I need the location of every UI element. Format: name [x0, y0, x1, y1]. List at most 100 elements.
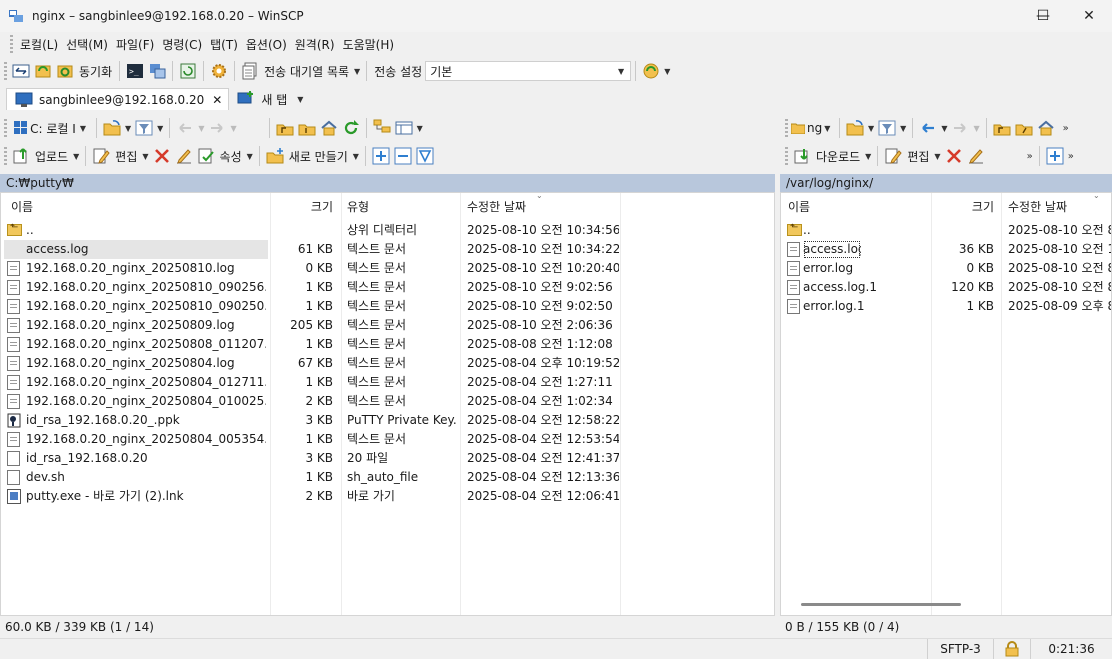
edit-dropdown-arrow[interactable]: ▼ — [934, 152, 940, 161]
column-header-name[interactable]: 이름 — [788, 193, 810, 219]
edit-button[interactable]: 편집 — [115, 148, 137, 165]
menu-tabs[interactable]: 탭(T) — [206, 36, 242, 53]
upload-button[interactable]: 업로드 — [35, 148, 68, 165]
file-row[interactable]: access.log 36 KB 2025-08-10 오전 1 — [781, 240, 1111, 259]
forward-dropdown-arrow[interactable]: ▼ — [973, 124, 979, 133]
open-folder-icon[interactable] — [103, 119, 121, 137]
column-header-modified[interactable]: 수정한 날짜 — [1008, 193, 1067, 219]
transfer-settings-sync-icon[interactable] — [642, 62, 660, 80]
menu-remote[interactable]: 원격(R) — [291, 36, 339, 53]
horizontal-scrollbar-thumb[interactable] — [801, 603, 961, 606]
file-row[interactable]: access.log.1 120 KB 2025-08-10 오전 8 — [781, 278, 1111, 297]
tree-view-icon[interactable] — [373, 119, 391, 137]
new-button[interactable]: 새로 만들기 — [289, 148, 348, 165]
open-folder-icon[interactable] — [846, 119, 864, 137]
column-header-size[interactable]: 크기 — [932, 193, 994, 219]
close-tab-icon[interactable]: ✕ — [212, 93, 222, 107]
back-dropdown-arrow[interactable]: ▼ — [198, 124, 204, 133]
forward-arrow-icon[interactable] — [951, 119, 969, 137]
menu-local[interactable]: 로컬(L) — [16, 36, 62, 53]
download-dropdown-arrow[interactable]: ▼ — [865, 152, 871, 161]
forward-arrow-icon[interactable] — [208, 119, 226, 137]
synchronize-icon[interactable] — [56, 62, 74, 80]
new-tab-dropdown-arrow[interactable]: ▼ — [297, 95, 303, 104]
file-row[interactable]: .. 2025-08-10 오전 8 — [781, 221, 1111, 240]
back-arrow-icon[interactable] — [919, 119, 937, 137]
properties-dropdown-arrow[interactable]: ▼ — [247, 152, 253, 161]
queue-list-icon[interactable] — [241, 62, 259, 80]
forward-dropdown-arrow[interactable]: ▼ — [230, 124, 236, 133]
synchronize-browsing-icon[interactable] — [34, 62, 52, 80]
tab-new[interactable]: 새 탭 ▼ — [229, 88, 311, 110]
menu-options[interactable]: 옵션(O) — [242, 36, 291, 53]
toolbar-overflow-icon[interactable]: » — [1068, 151, 1074, 162]
delete-icon[interactable] — [945, 147, 963, 165]
properties-icon[interactable] — [197, 147, 215, 165]
local-drive-select[interactable]: C: 로컬 I ▼ — [10, 118, 92, 138]
select-files-plus-icon[interactable] — [372, 147, 390, 165]
putty-icon[interactable] — [148, 62, 166, 80]
upload-dropdown-arrow[interactable]: ▼ — [73, 152, 79, 161]
maximize-button[interactable]: ☐ — [1020, 0, 1066, 32]
filter-icon[interactable] — [878, 119, 896, 137]
edit-icon[interactable] — [92, 147, 110, 165]
back-arrow-icon[interactable] — [176, 119, 194, 137]
local-file-list[interactable]: 이름 크기 유형 수정한 날짜 ⌄ .. 상위 디렉터리 2025-08-10 오전… — [0, 192, 775, 616]
open-folder-dropdown-arrow[interactable]: ▼ — [125, 124, 131, 133]
upload-icon[interactable] — [12, 147, 30, 165]
column-header-size[interactable]: 크기 — [271, 193, 333, 219]
file-row[interactable]: 192.168.0.20_nginx_20250810_090256.log 1 … — [1, 278, 774, 297]
edit-button[interactable]: 편집 — [907, 148, 929, 165]
remote-file-list[interactable]: 이름 크기 수정한 날짜 ⌄ ..2025-08-10 오전 8access.l… — [780, 192, 1112, 616]
console-icon[interactable]: >_ — [126, 62, 144, 80]
delete-icon[interactable] — [153, 147, 171, 165]
parent-directory-icon[interactable] — [993, 119, 1011, 137]
rename-icon[interactable] — [175, 147, 193, 165]
file-row[interactable]: 192.168.0.20_nginx_20250810.log 0 KB 텍스트 문… — [1, 259, 774, 278]
file-row[interactable]: dev.sh 1 KB sh_auto_file 2025-08-04 오전 12:1… — [1, 468, 774, 487]
rename-icon[interactable] — [967, 147, 985, 165]
transfer-preset-select[interactable]: 기본 ▼ — [425, 61, 632, 81]
unselect-files-minus-icon[interactable] — [394, 147, 412, 165]
select-files-plus-icon[interactable] — [1046, 147, 1064, 165]
filter-funnel-icon[interactable] — [416, 147, 434, 165]
refresh-panels-icon[interactable] — [179, 62, 197, 80]
toolbar-overflow-icon[interactable]: » — [1063, 123, 1069, 134]
column-header-name[interactable]: 이름 — [11, 193, 33, 219]
compare-directories-icon[interactable] — [12, 62, 30, 80]
synchronize-button[interactable]: 동기화 — [79, 63, 112, 80]
refresh-icon[interactable] — [342, 119, 360, 137]
edit-dropdown-arrow[interactable]: ▼ — [142, 152, 148, 161]
column-header-modified[interactable]: 수정한 날짜 — [467, 193, 526, 219]
file-row[interactable]: 192.168.0.20_nginx_20250804_012711.log 1 … — [1, 373, 774, 392]
toolbar-overflow-icon[interactable]: » — [1027, 151, 1033, 162]
file-row[interactable]: id_rsa_192.168.0.20 3 KB 20 파일 2025-08-04 오… — [1, 449, 774, 468]
open-folder-dropdown-arrow[interactable]: ▼ — [868, 124, 874, 133]
file-row[interactable]: error.log 0 KB 2025-08-10 오전 8 — [781, 259, 1111, 278]
file-row[interactable]: access.log 61 KB 텍스트 문서 2025-08-10 오전 10:34… — [1, 240, 774, 259]
file-row[interactable]: 192.168.0.20_nginx_20250804_010025.log 2 … — [1, 392, 774, 411]
local-path-bar[interactable]: C:₩putty₩ — [0, 174, 775, 192]
file-row[interactable]: 192.168.0.20_nginx_20250804_005354.log 1 … — [1, 430, 774, 449]
menu-grip[interactable] — [10, 35, 13, 53]
queue-list-button[interactable]: 전송 대기열 목록 — [264, 63, 349, 80]
file-row[interactable]: .. 상위 디렉터리 2025-08-10 오전 10:34:56 — [1, 221, 774, 240]
home-icon[interactable] — [320, 119, 338, 137]
file-row[interactable]: 192.168.0.20_nginx_20250804.log 67 KB 텍스트 … — [1, 354, 774, 373]
view-mode-dropdown-arrow[interactable]: ▼ — [417, 124, 423, 133]
back-dropdown-arrow[interactable]: ▼ — [941, 124, 947, 133]
filter-icon[interactable] — [135, 119, 153, 137]
menu-select[interactable]: 선택(M) — [62, 36, 112, 53]
root-directory-icon[interactable] — [298, 119, 316, 137]
file-row[interactable]: 192.168.0.20_nginx_20250808_011207.log 1 … — [1, 335, 774, 354]
view-mode-icon[interactable] — [395, 119, 413, 137]
menu-file[interactable]: 파일(F) — [112, 36, 158, 53]
file-row[interactable]: 192.168.0.20_nginx_20250809.log 205 KB 텍스트… — [1, 316, 774, 335]
root-directory-icon[interactable] — [1015, 119, 1033, 137]
new-dropdown-arrow[interactable]: ▼ — [353, 152, 359, 161]
file-row[interactable]: error.log.1 1 KB 2025-08-09 오후 8 — [781, 297, 1111, 316]
menu-help[interactable]: 도움말(H) — [339, 36, 399, 53]
download-button[interactable]: 다운로드 — [816, 148, 860, 165]
menu-commands[interactable]: 명령(C) — [158, 36, 206, 53]
file-row[interactable]: 192.168.0.20_nginx_20250810_090250.log 1 … — [1, 297, 774, 316]
